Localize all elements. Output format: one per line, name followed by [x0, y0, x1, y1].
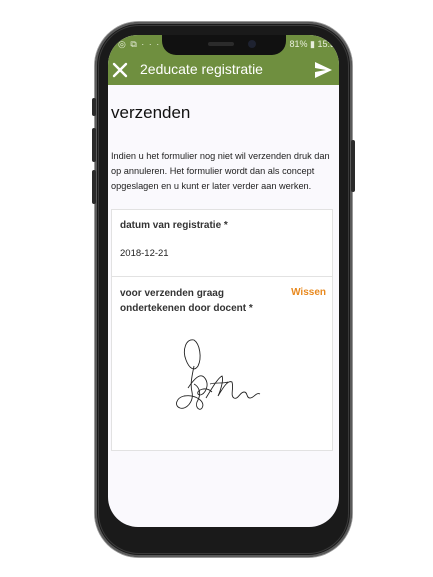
- app-bar: 2educate registratie: [108, 55, 339, 85]
- signature-label: voor verzenden graag ondertekenen door d…: [120, 288, 253, 314]
- close-icon[interactable]: [111, 61, 129, 79]
- speaker-grille: [208, 42, 234, 46]
- phone-screen: ◎ ⧉ · · · 81% ▮ 15:3 2educate registrati…: [108, 35, 339, 527]
- date-label: datum van registratie *: [120, 220, 228, 231]
- camera-notch: [162, 35, 286, 55]
- phone-power-button: [351, 140, 355, 192]
- date-field[interactable]: 2018-12-21: [120, 248, 169, 259]
- status-icons: ◎ ⧉ · · ·: [118, 39, 161, 49]
- signature-pad[interactable]: [172, 336, 272, 416]
- divider: [112, 276, 332, 277]
- app-title: 2educate registratie: [140, 61, 263, 77]
- phone-silent-switch: [92, 98, 96, 116]
- page-title: verzenden: [111, 103, 191, 122]
- phone-volume-down-button: [92, 170, 96, 204]
- front-camera: [248, 40, 256, 48]
- send-icon[interactable]: [313, 60, 333, 80]
- phone-volume-up-button: [92, 128, 96, 162]
- status-battery-time: 81% ▮ 15:3: [289, 39, 335, 49]
- intro-text: Indien u het formulier nog niet wil verz…: [111, 151, 330, 191]
- clear-signature-button[interactable]: Wissen: [291, 287, 326, 298]
- form-card: datum van registratie * 2018-12-21 voor …: [111, 209, 333, 451]
